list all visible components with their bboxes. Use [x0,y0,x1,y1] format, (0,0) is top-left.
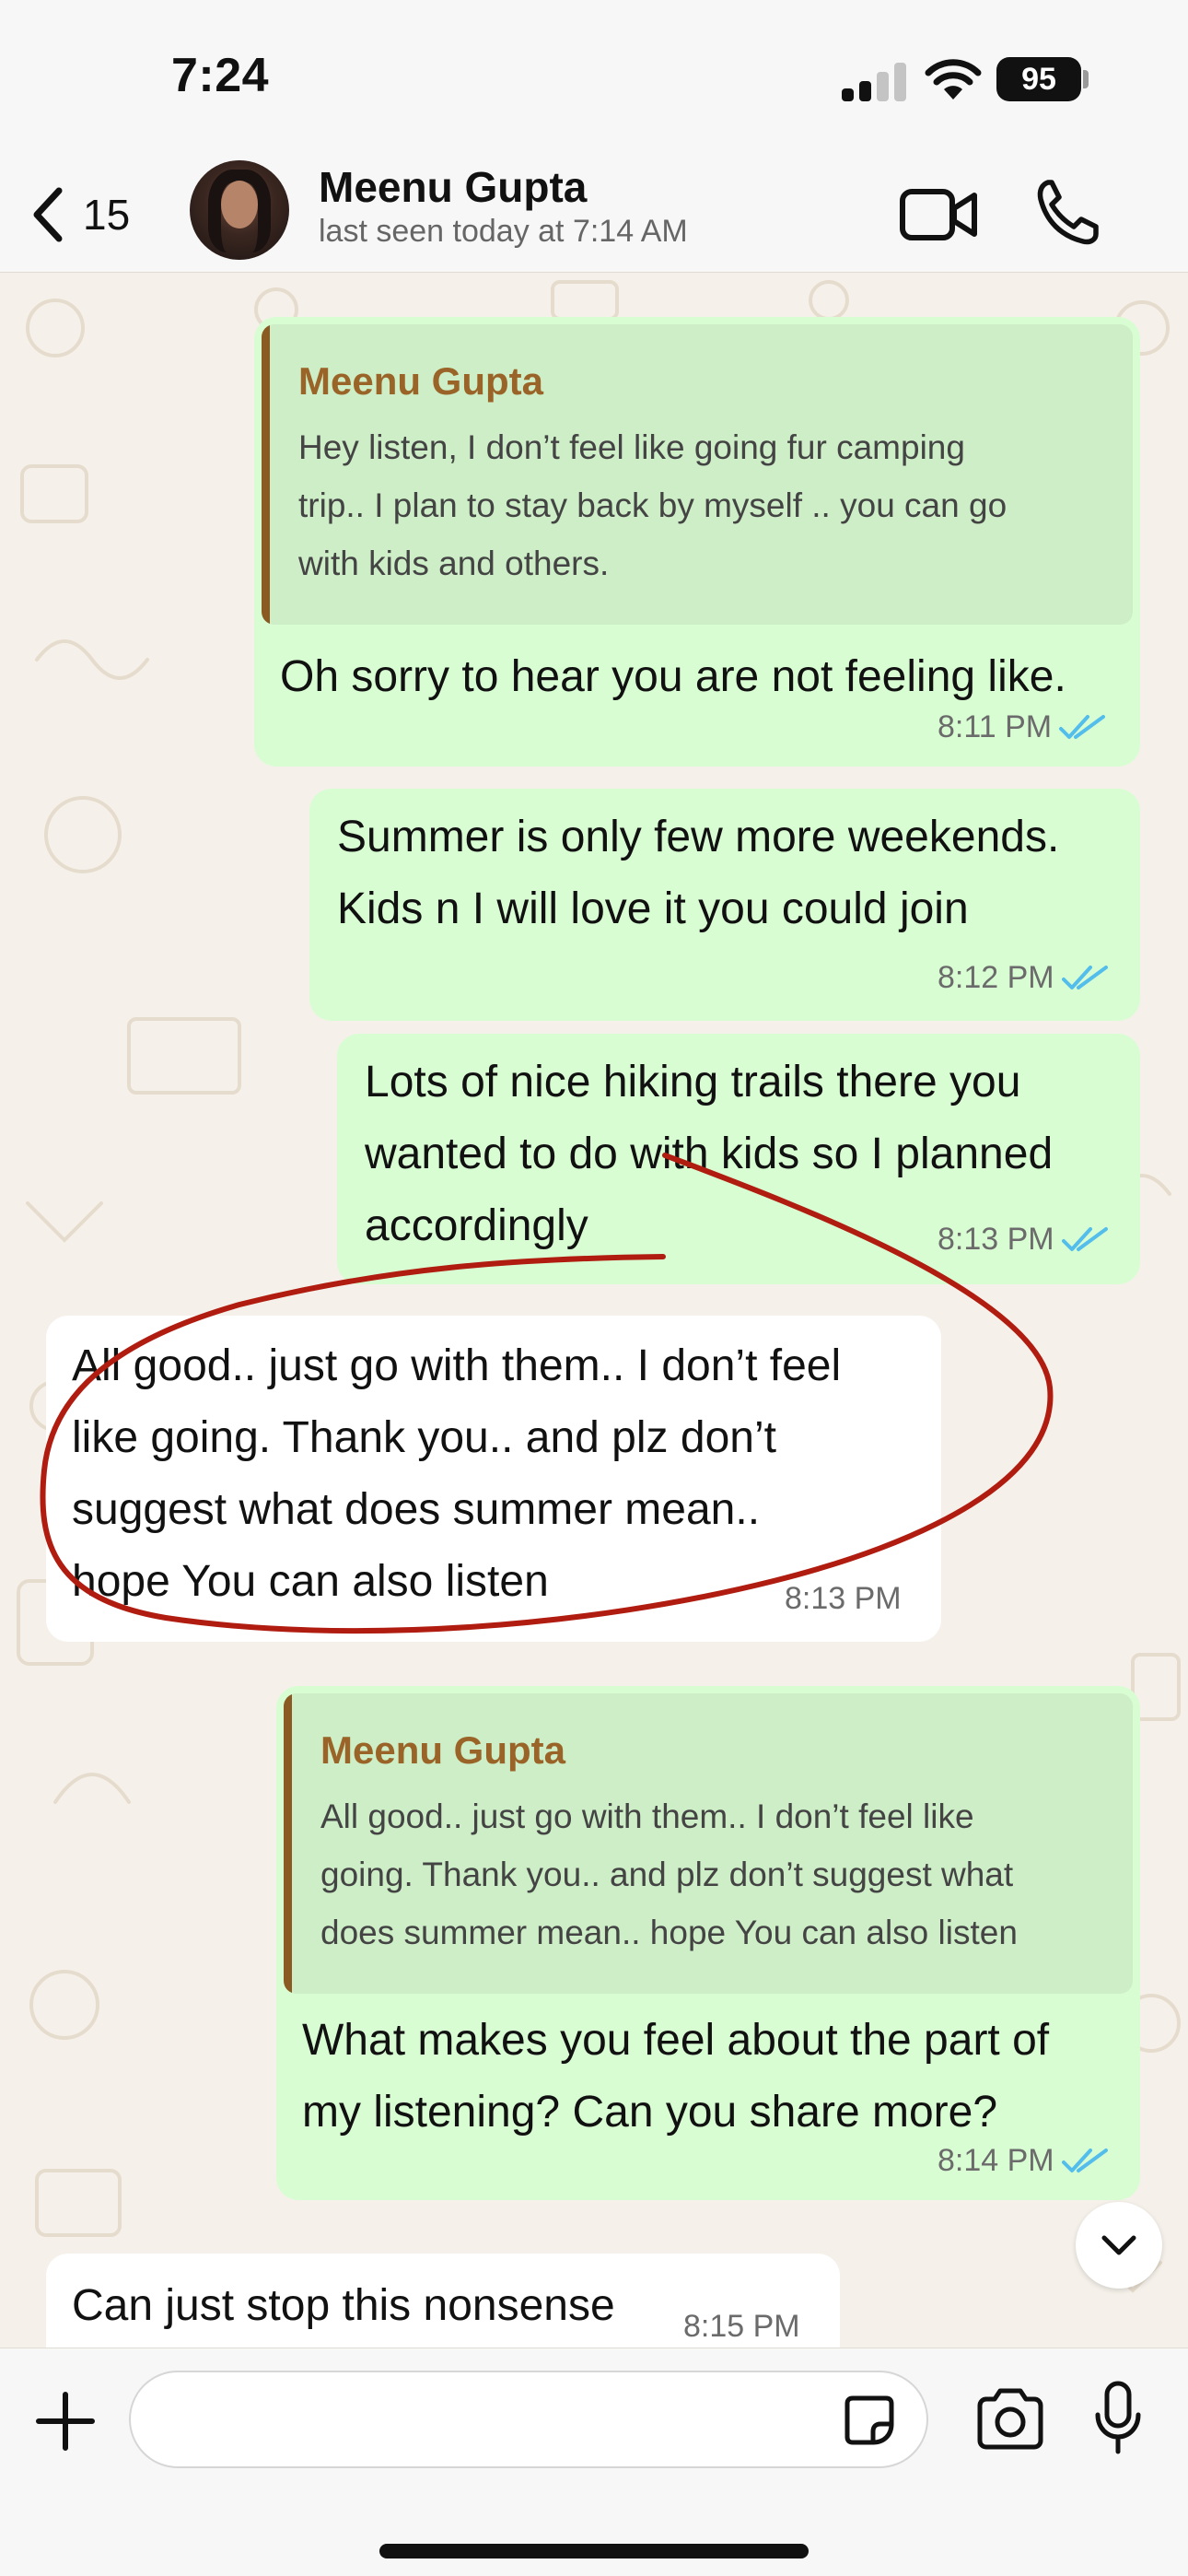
quote-accent-bar [284,1693,292,1994]
message-meta: 8:11 PM [938,709,1106,745]
contact-last-seen: last seen today at 7:14 AM [319,214,688,249]
sticker-icon[interactable] [840,2391,899,2450]
message-time: 8:13 PM [785,1581,902,1616]
battery-level: 95 [1021,61,1056,97]
quoted-message[interactable]: Meenu Gupta All good.. just go with them… [284,1693,1133,1994]
message-text: Kids n I will love it you could join [337,884,969,933]
status-time: 7:24 [171,49,270,102]
message-text: my listening? Can you share more? [302,2088,998,2137]
quote-line: with kids and others. [298,544,610,582]
battery-icon: 95 [996,57,1081,101]
chat-header: 15 Meenu Gupta last seen today at 7:14 A… [0,157,1188,273]
camera-icon[interactable] [974,2385,1046,2452]
message-meta: 8:15 PM [683,2309,800,2345]
plus-icon[interactable] [35,2391,96,2452]
quoted-message[interactable]: Meenu Gupta Hey listen, I don’t feel lik… [262,324,1133,625]
quote-line: All good.. just go with them.. I don’t f… [320,1797,974,1835]
read-ticks-icon [1061,2148,1108,2172]
message-text: hope You can also listen [72,1557,549,1606]
read-ticks-icon [1061,965,1108,989]
back-button[interactable]: 15 [28,175,157,254]
quote-author: Meenu Gupta [298,359,544,403]
message-bubble-incoming[interactable]: Can just stop this nonsense 8:15 PM [46,2254,840,2348]
chevron-left-icon [33,187,63,242]
input-bar [0,2348,1188,2576]
avatar-face [221,181,258,228]
status-bar: 7:24 95 [0,0,1188,157]
message-text: Lots of nice hiking trails there you [365,1058,1021,1107]
message-text: like going. Thank you.. and plz don’t [72,1413,776,1462]
message-input[interactable] [129,2371,928,2468]
home-indicator [379,2544,809,2558]
message-text: Oh sorry to hear you are not feeling lik… [280,652,1066,701]
phone-icon[interactable] [1035,177,1100,247]
quote-author: Meenu Gupta [320,1728,566,1772]
microphone-icon[interactable] [1092,2380,1144,2457]
quote-line: Hey listen, I don’t feel like going fur … [298,428,965,466]
message-bubble-outgoing[interactable]: Meenu Gupta All good.. just go with them… [276,1686,1140,2200]
message-text: suggest what does summer mean.. [72,1485,761,1534]
message-text: wanted to do with kids so I planned [365,1130,1054,1178]
message-bubble-incoming[interactable]: All good.. just go with them.. I don’t f… [46,1316,941,1642]
message-meta: 8:13 PM [938,1222,1108,1258]
message-bubble-outgoing[interactable]: Summer is only few more weekends. Kids n… [309,789,1140,1021]
message-time: 8:14 PM [938,2143,1054,2178]
chevron-down-icon [1101,2235,1136,2255]
quote-line: does summer mean.. hope You can also lis… [320,1914,1018,1951]
message-time: 8:12 PM [938,960,1054,995]
message-text: What makes you feel about the part of [302,2016,1050,2065]
message-bubble-outgoing[interactable]: Lots of nice hiking trails there you wan… [337,1034,1140,1284]
message-text: All good.. just go with them.. I don’t f… [72,1341,842,1390]
contact-avatar[interactable] [190,160,289,260]
message-text: accordingly [365,1201,588,1250]
message-meta: 8:14 PM [938,2143,1108,2179]
cellular-signal-icon [842,61,906,101]
quote-line: trip.. I plan to stay back by myself .. … [298,486,1007,524]
contact-name[interactable]: Meenu Gupta [319,162,587,212]
quote-line: going. Thank you.. and plz don’t suggest… [320,1856,1014,1893]
message-time: 8:11 PM [938,709,1053,744]
message-time: 8:13 PM [938,1222,1054,1257]
scroll-to-bottom-button[interactable] [1076,2202,1162,2289]
quote-accent-bar [262,324,270,625]
message-bubble-outgoing[interactable]: Meenu Gupta Hey listen, I don’t feel lik… [254,317,1140,767]
message-text: Can just stop this nonsense [72,2281,615,2330]
message-time: 8:15 PM [683,2309,800,2344]
read-ticks-icon [1061,1226,1108,1251]
unread-chats-count: 15 [83,191,131,239]
video-camera-icon[interactable] [899,182,978,247]
read-ticks-icon [1059,714,1106,739]
chat-area[interactable]: Meenu Gupta Hey listen, I don’t feel lik… [0,273,1188,2348]
message-meta: 8:13 PM [785,1581,902,1617]
message-text: Summer is only few more weekends. [337,813,1060,861]
battery-tip [1083,70,1089,88]
wifi-icon [925,59,982,100]
message-meta: 8:12 PM [938,960,1108,996]
